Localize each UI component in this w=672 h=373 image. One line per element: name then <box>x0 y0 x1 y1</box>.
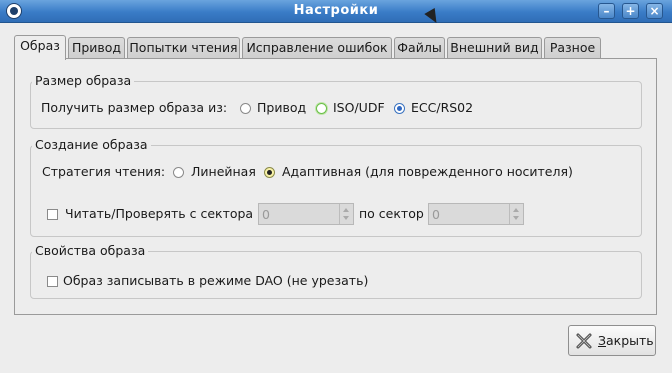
radio-drive-label[interactable]: Привод <box>257 100 306 115</box>
tab-error-correction[interactable]: Исправление ошибок <box>242 37 392 58</box>
radio-adaptive-label[interactable]: Адаптивная (для поврежденного носителя) <box>282 164 573 179</box>
range-checkbox[interactable] <box>47 209 58 220</box>
close-x-icon <box>576 333 592 349</box>
close-button[interactable]: Закрыть <box>568 325 656 356</box>
image-properties-legend: Свойства образа <box>32 243 149 258</box>
spin-up-icon[interactable] <box>513 208 519 212</box>
from-sector-value: 0 <box>262 207 270 222</box>
radio-iso-udf-label[interactable]: ISO/UDF <box>333 100 385 115</box>
to-sector-label: по сектор <box>359 206 424 221</box>
dao-checkbox[interactable] <box>47 276 58 287</box>
dao-checkbox-label[interactable]: Образ записывать в режиме DAO (не урезат… <box>63 273 368 288</box>
radio-drive[interactable] <box>240 103 251 114</box>
from-sector-spinner[interactable]: 0 <box>258 203 354 225</box>
tab-drive[interactable]: Привод <box>68 37 125 58</box>
image-size-frame: Размер образа Получить размер образа из:… <box>30 73 642 129</box>
tab-files[interactable]: Файлы <box>394 37 445 58</box>
range-checkbox-label[interactable]: Читать/Проверять с сектора <box>65 206 253 221</box>
read-strategy-label: Стратегия чтения: <box>42 164 166 179</box>
image-properties-frame: Свойства образа Образ записывать в режим… <box>30 243 642 299</box>
tab-appearance[interactable]: Внешний вид <box>447 37 542 58</box>
tab-read-attempts[interactable]: Попытки чтения <box>127 37 240 58</box>
image-creation-legend: Создание образа <box>32 137 151 152</box>
tab-image[interactable]: Образ <box>14 35 66 60</box>
spin-down-icon[interactable] <box>513 216 519 220</box>
close-button-label: Закрыть <box>598 333 654 348</box>
close-mnemonic: З <box>598 333 607 348</box>
window-close-button[interactable]: × <box>646 3 663 19</box>
spin-up-icon[interactable] <box>343 208 349 212</box>
tab-panel: Размер образа Получить размер образа из:… <box>14 58 657 315</box>
close-label-rest: акрыть <box>606 333 654 348</box>
radio-adaptive[interactable] <box>264 167 275 178</box>
image-size-legend: Размер образа <box>32 73 135 88</box>
window-title: Настройки <box>293 3 379 18</box>
from-sector-arrows[interactable] <box>339 204 353 224</box>
radio-ecc-rs02-label[interactable]: ECC/RS02 <box>411 100 473 115</box>
spin-down-icon[interactable] <box>343 216 349 220</box>
radio-linear-label[interactable]: Линейная <box>191 164 256 179</box>
maximize-button[interactable]: + <box>622 3 639 19</box>
radio-linear[interactable] <box>173 167 184 178</box>
title-bar[interactable]: Настройки – + × <box>0 0 672 23</box>
to-sector-arrows[interactable] <box>509 204 523 224</box>
minimize-button[interactable]: – <box>598 3 615 19</box>
image-creation-frame: Создание образа Стратегия чтения: Линейн… <box>30 137 642 237</box>
to-sector-spinner[interactable]: 0 <box>428 203 524 225</box>
to-sector-value: 0 <box>432 207 440 222</box>
image-size-prompt: Получить размер образа из: <box>41 100 228 115</box>
radio-ecc-rs02[interactable] <box>394 103 405 114</box>
tab-misc[interactable]: Разное <box>544 37 601 58</box>
radio-iso-udf[interactable] <box>316 103 327 114</box>
